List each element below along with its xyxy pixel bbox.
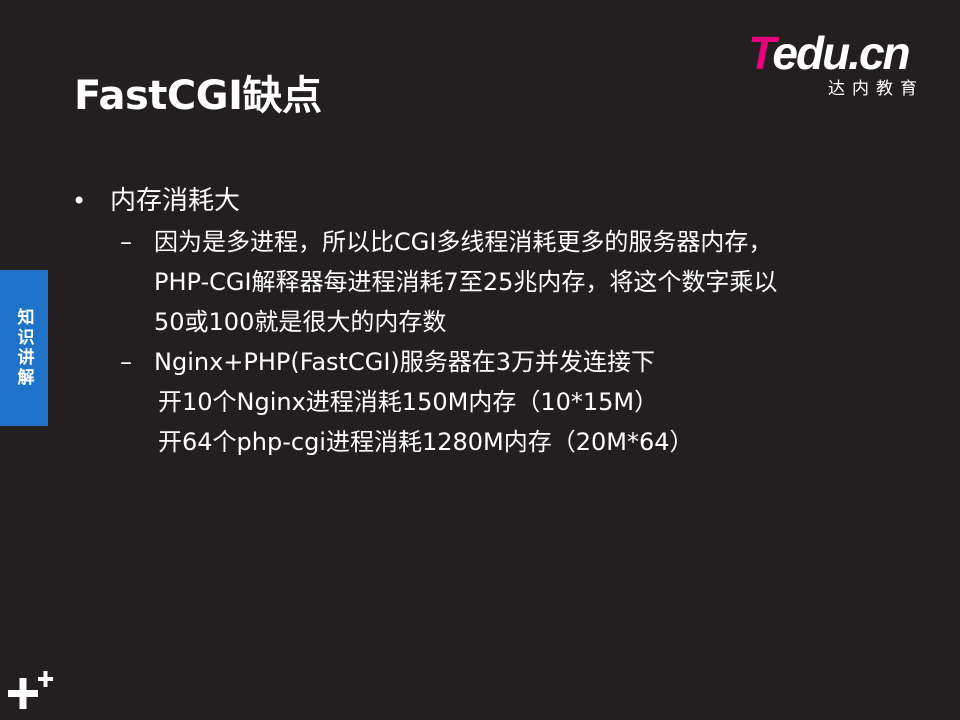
slide-title: FastCGI缺点 <box>74 73 322 119</box>
detail-line: 开10个Nginx进程消耗150M内存（10*15M） <box>158 388 659 416</box>
sub-item-line: PHP-CGI解释器每进程消耗7至25兆内存，将这个数字乘以 <box>154 268 778 296</box>
side-tab: 知识讲解 <box>0 270 48 426</box>
sub-item-body: Nginx+PHP(FastCGI)服务器在3万并发连接下 <box>154 342 932 382</box>
bullet-marker: • <box>72 187 87 215</box>
sub-item-line: Nginx+PHP(FastCGI)服务器在3万并发连接下 <box>154 348 656 376</box>
sub-item-line: 因为是多进程，所以比CGI多线程消耗更多的服务器内存， <box>154 228 773 256</box>
sub-item: – Nginx+PHP(FastCGI)服务器在3万并发连接下 <box>120 342 932 382</box>
sub-list: – 因为是多进程，所以比CGI多线程消耗更多的服务器内存， PHP-CGI解释器… <box>72 222 932 382</box>
bullet-text: 内存消耗大 <box>110 186 241 216</box>
logo-letter-t: T <box>748 27 774 79</box>
sub-dash: – <box>120 348 132 376</box>
sub-dash: – <box>120 228 132 256</box>
bullet-item: • 内存消耗大 <box>72 180 932 222</box>
logo-wordmark-rest: edu.cn <box>772 27 910 79</box>
logo-wordmark: Tedu.cn <box>748 27 911 79</box>
detail-line: 开64个php-cgi进程消耗1280M内存（20M*64） <box>158 428 694 456</box>
slide-content: • 内存消耗大 – 因为是多进程，所以比CGI多线程消耗更多的服务器内存， PH… <box>72 180 932 462</box>
sub-item-body: 因为是多进程，所以比CGI多线程消耗更多的服务器内存， PHP-CGI解释器每进… <box>154 222 932 342</box>
logo-subtitle: 达内教育 <box>828 79 924 99</box>
sub-item-line: 50或100就是很大的内存数 <box>154 308 447 336</box>
sub-item: – 因为是多进程，所以比CGI多线程消耗更多的服务器内存， PHP-CGI解释器… <box>120 222 932 342</box>
side-tab-label: 知识讲解 <box>13 308 34 388</box>
tedu-logo: Tedu.cn 达内教育 <box>748 30 938 100</box>
plus-plus-icon <box>8 671 53 709</box>
